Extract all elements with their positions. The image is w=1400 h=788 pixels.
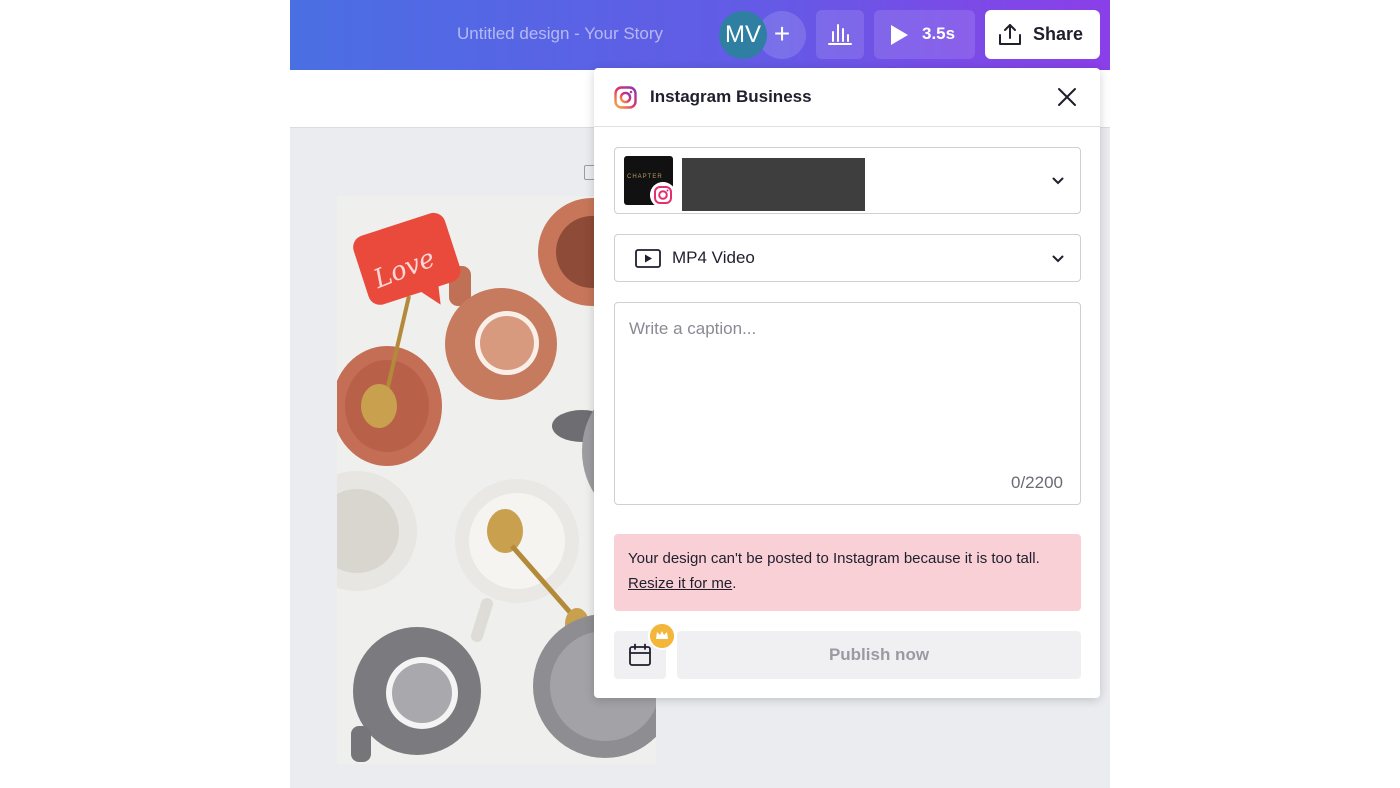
play-icon — [891, 25, 908, 45]
panel-title: Instagram Business — [650, 87, 812, 106]
instagram-badge-icon — [650, 182, 676, 208]
account-avatar-text: CHAPTER — [627, 174, 663, 180]
file-format-dropdown[interactable]: MP4 Video — [614, 234, 1081, 282]
share-label: Share — [1033, 24, 1084, 44]
warning-link-line: Resize it for me. — [628, 575, 736, 592]
instagram-icon — [614, 86, 637, 109]
bar-chart-icon — [828, 24, 852, 45]
chevron-down-icon — [1052, 177, 1064, 185]
calendar-icon — [629, 643, 651, 666]
close-icon[interactable] — [1054, 84, 1080, 110]
caption-character-count: 0/2200 — [1011, 473, 1063, 492]
panel-header: Instagram Business — [594, 68, 1100, 127]
video-icon — [635, 249, 661, 268]
share-button[interactable]: Share — [985, 10, 1100, 59]
warning-trailing: . — [732, 575, 737, 592]
account-dropdown[interactable]: CHAPTER — [614, 147, 1081, 214]
play-preview-button[interactable]: 3.5s — [874, 10, 975, 59]
duration-label: 3.5s — [922, 24, 956, 43]
top-bar: Untitled design - Your Story MV + 3.5s S… — [290, 0, 1110, 70]
upload-icon — [999, 24, 1021, 45]
account-name-redacted — [682, 158, 865, 211]
avatar[interactable]: MV — [719, 11, 767, 59]
resize-link[interactable]: Resize it for me — [628, 575, 732, 592]
crown-icon — [650, 624, 674, 648]
chevron-down-icon — [1052, 255, 1064, 263]
caption-box: 0/2200 — [614, 302, 1081, 505]
warning-message: Your design can't be posted to Instagram… — [628, 550, 1040, 567]
size-warning-banner: Your design can't be posted to Instagram… — [614, 534, 1081, 611]
document-title[interactable]: Untitled design - Your Story — [457, 24, 663, 44]
analytics-button[interactable] — [816, 10, 864, 59]
file-format-label: MP4 Video — [672, 248, 755, 267]
publish-now-button[interactable]: Publish now — [677, 631, 1081, 679]
instagram-publish-panel: Instagram Business CHAPTER MP4 Video Wri… — [594, 68, 1100, 698]
caption-input[interactable] — [615, 303, 1080, 463]
